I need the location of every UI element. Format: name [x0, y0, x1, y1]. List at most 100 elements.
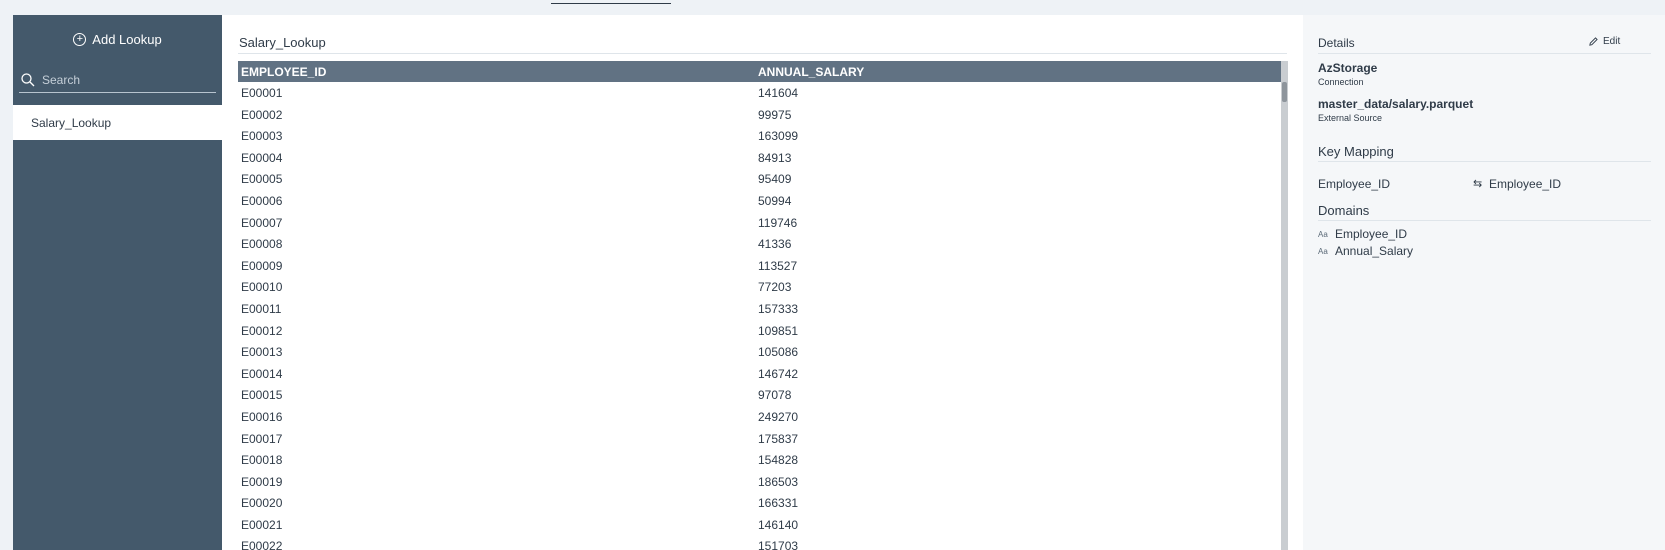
- lookup-table: EMPLOYEE_ID ANNUAL_SALARY E00001 141604 E0…: [238, 61, 1288, 550]
- table-row[interactable]: E00001 141604: [238, 82, 1278, 104]
- table-scrollbar[interactable]: [1281, 61, 1288, 550]
- table-row[interactable]: E00007 119746: [238, 212, 1278, 234]
- annual-salary-cell: 77203: [758, 280, 792, 295]
- employee-id-cell: E00010: [241, 280, 283, 295]
- employee-id-cell: E00007: [241, 215, 283, 230]
- domains-title: Domains: [1318, 203, 1370, 218]
- employee-id-cell: E00016: [241, 409, 283, 424]
- annual-salary-cell: 50994: [758, 193, 792, 208]
- table-row[interactable]: E00003 163099: [238, 125, 1278, 147]
- domain-label: Employee_ID: [1335, 227, 1408, 241]
- table-row[interactable]: E00011 157333: [238, 298, 1278, 320]
- table-row[interactable]: E00014 146742: [238, 363, 1278, 385]
- sidebar-item-salary-lookup[interactable]: Salary_Lookup: [13, 105, 222, 140]
- add-lookup-button[interactable]: + Add Lookup: [13, 27, 222, 51]
- employee-id-cell: E00009: [241, 258, 283, 273]
- annual-salary-cell: 141604: [758, 86, 799, 100]
- key-mapping-divider: [1318, 161, 1651, 162]
- annual-salary-cell: 151703: [758, 539, 799, 550]
- text-type-icon: Aa: [1318, 229, 1328, 239]
- details-title: Details: [1318, 36, 1355, 50]
- employee-id-cell: E00011: [241, 301, 282, 316]
- table-row[interactable]: E00006 50994: [238, 190, 1278, 212]
- swap-arrows-icon: ⇆: [1473, 178, 1483, 190]
- domain-item: Aa Annual_Salary: [1318, 244, 1413, 258]
- employee-id-cell: E00018: [241, 453, 283, 468]
- table-row[interactable]: E00010 77203: [238, 276, 1278, 298]
- external-source-value: master_data/salary.parquet: [1318, 97, 1474, 111]
- connection-label: Connection: [1318, 77, 1364, 87]
- employee-id-cell: E00012: [241, 323, 283, 338]
- table-row[interactable]: E00019 186503: [238, 471, 1278, 493]
- table-row[interactable]: E00022 151703: [238, 535, 1278, 550]
- table-body: E00001 141604 E00002 99975 E00003 163099 E0000…: [238, 82, 1278, 550]
- top-strip: [0, 0, 1665, 15]
- table-row[interactable]: E00020 166331: [238, 492, 1278, 514]
- annual-salary-cell: 119746: [758, 215, 798, 230]
- table-row[interactable]: E00008 41336: [238, 233, 1278, 255]
- details-divider: [1318, 53, 1651, 54]
- table-header: EMPLOYEE_ID ANNUAL_SALARY: [238, 61, 1282, 82]
- add-lookup-label: Add Lookup: [92, 31, 162, 47]
- annual-salary-cell: 146742: [758, 366, 799, 381]
- annual-salary-cell: 41336: [758, 237, 792, 252]
- sidebar-item-label: Salary_Lookup: [31, 115, 112, 130]
- table-row[interactable]: E00004 84913: [238, 147, 1278, 169]
- table-row[interactable]: E00009 113527: [238, 255, 1278, 277]
- table-scrollbar-thumb[interactable]: [1282, 82, 1287, 102]
- details-panel: Details Edit AzStorage Connection master…: [1303, 15, 1665, 550]
- lookup-table-panel: Salary_Lookup EMPLOYEE_ID ANNUAL_SALARY …: [222, 15, 1303, 550]
- plus-circle-icon: +: [73, 32, 87, 46]
- annual-salary-cell: 249270: [758, 409, 799, 424]
- employee-id-cell: E00021: [241, 517, 283, 532]
- key-mapping-title: Key Mapping: [1318, 144, 1394, 159]
- employee-id-cell: E00022: [241, 539, 283, 550]
- table-row[interactable]: E00002 99975: [238, 104, 1278, 126]
- employee-id-cell: E00003: [241, 129, 283, 144]
- annual-salary-cell: 84913: [758, 150, 792, 165]
- annual-salary-cell: 175837: [758, 431, 799, 446]
- table-row[interactable]: E00015 97078: [238, 384, 1278, 406]
- table-row[interactable]: E00018 154828: [238, 449, 1278, 471]
- table-row[interactable]: E00016 249270: [238, 406, 1278, 428]
- annual-salary-cell: 186503: [758, 474, 799, 489]
- employee-id-cell: E00019: [241, 474, 283, 489]
- domains-divider: [1318, 220, 1651, 221]
- search-box: [19, 67, 216, 93]
- domain-label: Annual_Salary: [1335, 244, 1414, 258]
- table-row[interactable]: E00013 105086: [238, 341, 1278, 363]
- search-input[interactable]: [42, 67, 216, 92]
- lookup-sidebar: + Add Lookup Salary_Lookup: [13, 15, 222, 550]
- annual-salary-cell: 113527: [758, 258, 798, 273]
- annual-salary-cell: 146140: [758, 517, 799, 532]
- edit-button[interactable]: Edit: [1588, 36, 1620, 47]
- key-mapping-target-field: Employee_ID: [1489, 177, 1562, 191]
- column-header-annual-salary[interactable]: ANNUAL_SALARY: [758, 65, 864, 79]
- annual-salary-cell: 99975: [758, 107, 792, 122]
- annual-salary-cell: 109851: [758, 323, 799, 338]
- employee-id-cell: E00002: [241, 107, 283, 122]
- employee-id-cell: E00004: [241, 150, 283, 165]
- domain-item: Aa Employee_ID: [1318, 227, 1407, 241]
- employee-id-cell: E00005: [241, 172, 283, 187]
- connection-value: AzStorage: [1318, 61, 1378, 75]
- annual-salary-cell: 166331: [758, 496, 799, 511]
- table-row[interactable]: E00017 175837: [238, 428, 1278, 450]
- text-type-icon: Aa: [1318, 246, 1328, 256]
- annual-salary-cell: 154828: [758, 453, 799, 468]
- page-title: Salary_Lookup: [239, 35, 326, 50]
- key-mapping-source-field: Employee_ID: [1318, 177, 1391, 191]
- table-row[interactable]: E00012 109851: [238, 320, 1278, 342]
- annual-salary-cell: 95409: [758, 172, 792, 187]
- external-source-label: External Source: [1318, 113, 1383, 123]
- employee-id-cell: E00017: [241, 431, 283, 446]
- table-row[interactable]: E00021 146140: [238, 514, 1278, 536]
- employee-id-cell: E00008: [241, 237, 283, 252]
- annual-salary-cell: 157333: [758, 301, 799, 316]
- pencil-icon: [1589, 37, 1598, 46]
- column-header-employee-id[interactable]: EMPLOYEE_ID: [241, 65, 326, 79]
- employee-id-cell: E00006: [241, 193, 283, 208]
- employee-id-cell: E00015: [241, 388, 283, 403]
- table-row[interactable]: E00005 95409: [238, 168, 1278, 190]
- employee-id-cell: E00001: [241, 86, 283, 100]
